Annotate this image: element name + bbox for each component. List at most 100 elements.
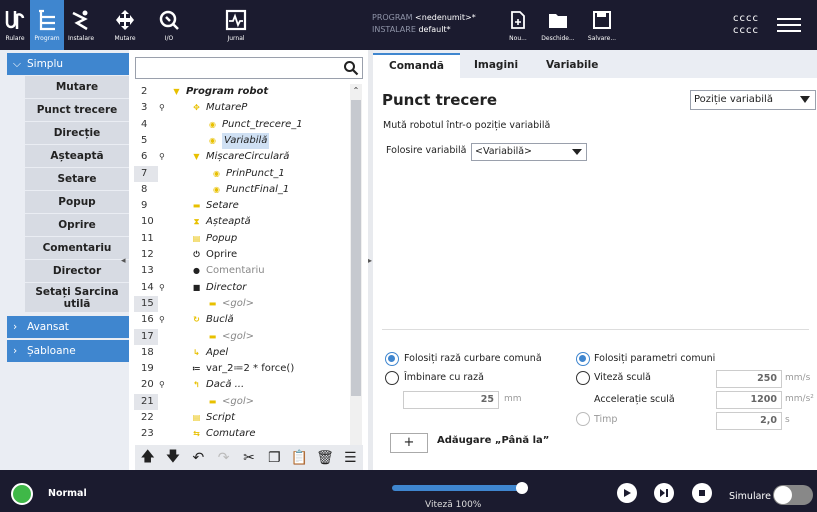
speed-slider[interactable]: [392, 485, 523, 491]
simulation-toggle[interactable]: [773, 485, 813, 505]
tree-scrollbar[interactable]: ⌃ ⌄: [350, 84, 362, 456]
sidebar-item-director[interactable]: Director: [25, 260, 129, 283]
scroll-up-icon[interactable]: ⌃: [350, 84, 362, 98]
line-number: 10: [141, 216, 154, 228]
tree-row[interactable]: 15 ▬ <gol>: [129, 295, 351, 312]
io-tab-button[interactable]: I/O: [152, 0, 186, 50]
node-type-icon: ◉: [213, 184, 220, 194]
sidebar-item-setare[interactable]: Setare: [25, 168, 129, 191]
tree-row[interactable]: 4 ◉ Punct_trecere_1: [129, 117, 351, 133]
move-up-icon[interactable]: 🡅: [138, 446, 158, 470]
tree-row[interactable]: 9 ▬ Setare: [129, 198, 351, 214]
use-common-params-radio[interactable]: [576, 352, 590, 366]
tree-row[interactable]: 20 ⚲ ↰ Dacă ...: [129, 377, 351, 393]
tree-row[interactable]: 3 ⚲ ✥ MutareP: [129, 100, 351, 116]
tree-row[interactable]: 12 ⏻ Oprire: [129, 247, 351, 263]
sidebar-item-directie[interactable]: Direcție: [25, 122, 129, 145]
section-avansat[interactable]: › Avansat: [7, 316, 129, 338]
step-button[interactable]: [654, 483, 674, 503]
save-program-button[interactable]: Salvare...: [584, 0, 620, 50]
page-title: Punct trecere: [382, 91, 498, 109]
tree-row[interactable]: 19 ≔ var_2≔2 * force(): [129, 361, 351, 377]
tree-toolbar: 🡅 🡇 ↶ ↷ ✂ ❐ 📋 🗑 ☰: [135, 445, 363, 470]
tree-row[interactable]: 21 ▬ <gol>: [129, 393, 351, 410]
tree-row[interactable]: 2 ▼ Program robot: [129, 84, 351, 100]
expand-toggle-icon[interactable]: ⚲: [159, 377, 165, 393]
paste-icon[interactable]: 📋: [290, 450, 310, 466]
sidebar-item-asteapta[interactable]: Așteaptă: [25, 145, 129, 168]
tree-search-input[interactable]: [135, 57, 363, 79]
time-field[interactable]: 2,0: [716, 412, 782, 430]
tree-row[interactable]: 16 ⚲ ↻ Buclă: [129, 312, 351, 328]
tree-row[interactable]: 10 ⧗ Așteaptă: [129, 214, 351, 230]
dropdown-arrow-icon: [800, 96, 810, 103]
folder-icon: [545, 8, 571, 32]
tree-row[interactable]: 14 ⚲ ■ Director: [129, 280, 351, 296]
play-icon: [624, 489, 631, 497]
new-program-button[interactable]: Nou...: [506, 0, 530, 50]
section-simplu[interactable]: ⌵ Simplu: [7, 53, 129, 75]
node-type-icon: ⇆: [193, 429, 200, 439]
expand-toggle-icon[interactable]: ⚲: [159, 100, 165, 116]
line-number: 3: [141, 102, 148, 114]
footer-bar: Normal Viteză 100% Simulare: [0, 470, 817, 512]
blend-radius-radio[interactable]: [385, 371, 399, 385]
robot-status-icon[interactable]: [11, 483, 33, 505]
scroll-thumb[interactable]: [351, 100, 361, 396]
add-until-button[interactable]: +: [390, 433, 428, 453]
delete-icon[interactable]: 🗑: [315, 450, 335, 466]
tab-imagini[interactable]: Imagini: [474, 53, 518, 78]
sidebar-item-mutare[interactable]: Mutare: [25, 76, 129, 99]
blend-radius-field[interactable]: 25: [403, 391, 499, 409]
cut-icon[interactable]: ✂: [239, 450, 259, 466]
speed-slider-handle[interactable]: [516, 482, 528, 494]
suppress-icon[interactable]: ☰: [340, 450, 360, 466]
move-tab-button[interactable]: Mutare: [108, 0, 142, 50]
open-program-button[interactable]: Deschide...: [540, 0, 576, 50]
program-tab-button[interactable]: Program: [30, 0, 64, 50]
copy-icon[interactable]: ❐: [264, 450, 284, 466]
stop-button[interactable]: [692, 483, 712, 503]
tree-row[interactable]: 23 ⇆ Comutare: [129, 426, 351, 442]
tree-row[interactable]: 18 ↳ Apel: [129, 345, 351, 361]
section-sabloane[interactable]: › Șabloane: [7, 340, 129, 362]
play-button[interactable]: [617, 483, 637, 503]
expand-panel-arrow-icon[interactable]: ▸: [368, 256, 372, 265]
installation-tab-button[interactable]: Instalare: [64, 0, 98, 50]
waypoint-type-dropdown[interactable]: Poziție variabilă: [690, 90, 816, 110]
tool-speed-field[interactable]: 250: [716, 370, 782, 388]
tab-comanda[interactable]: Comandă: [373, 53, 461, 78]
sidebar-item-punct-trecere[interactable]: Punct trecere: [25, 99, 129, 122]
tree-row[interactable]: 5 ◉ Variabilă: [129, 132, 351, 149]
search-icon[interactable]: [343, 60, 359, 76]
redo-icon[interactable]: ↷: [214, 450, 234, 466]
run-tab-button[interactable]: Rulare: [0, 0, 30, 50]
tree-row[interactable]: 8 ◉ PunctFinal_1: [129, 182, 351, 198]
tool-accel-field[interactable]: 1200: [716, 391, 782, 409]
tree-row[interactable]: 22 ▤ Script: [129, 410, 351, 426]
tree-node: ▬ Setare: [191, 198, 239, 214]
time-radio[interactable]: [576, 412, 590, 426]
undo-icon[interactable]: ↶: [188, 450, 208, 466]
tree-row[interactable]: 6 ⚲ ▼ MișcareCirculară: [129, 149, 351, 165]
tree-row[interactable]: 7 ◉ PrinPunct_1: [129, 165, 351, 182]
tree-row[interactable]: 13 ● Comentariu: [129, 263, 351, 279]
expand-toggle-icon[interactable]: ⚲: [159, 149, 165, 165]
log-tab-button[interactable]: Jurnal: [219, 0, 253, 50]
tool-speed-radio[interactable]: [576, 371, 590, 385]
expand-toggle-icon[interactable]: ⚲: [159, 280, 165, 296]
tree-row[interactable]: 17 ▬ <gol>: [129, 328, 351, 345]
sidebar-item-popup[interactable]: Popup: [25, 191, 129, 214]
tab-variabile[interactable]: Variabile: [546, 53, 598, 78]
section-sabloane-label: Șabloane: [27, 345, 76, 357]
sidebar-item-setati-sarcina[interactable]: Setați Sarcina utilă: [25, 283, 129, 313]
sidebar-item-comentariu[interactable]: Comentariu: [25, 237, 129, 260]
hamburger-menu-icon[interactable]: [777, 14, 801, 34]
sidebar-item-oprire[interactable]: Oprire: [25, 214, 129, 237]
expand-toggle-icon[interactable]: ⚲: [159, 312, 165, 328]
line-number: 8: [141, 183, 148, 195]
tree-row[interactable]: 11 ▤ Popup: [129, 231, 351, 247]
variable-dropdown[interactable]: <Variabilă>: [471, 143, 587, 161]
blend-common-radio[interactable]: [385, 352, 399, 366]
move-down-icon[interactable]: 🡇: [163, 446, 183, 470]
